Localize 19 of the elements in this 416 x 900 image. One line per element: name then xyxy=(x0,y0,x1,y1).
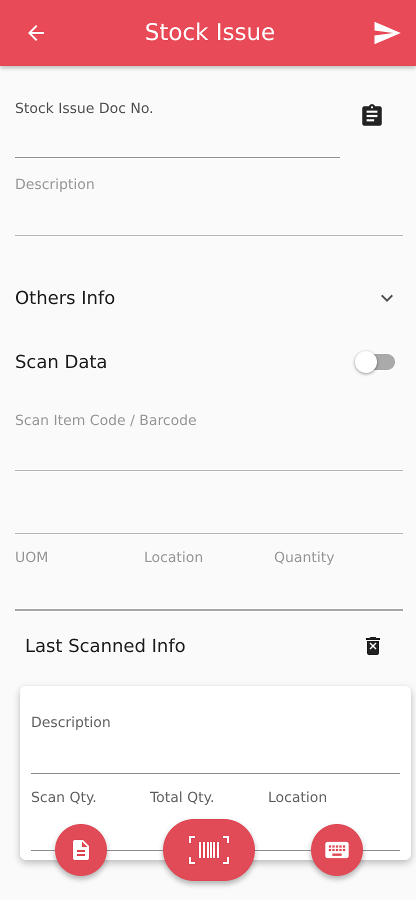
column-label: Scan Qty. xyxy=(31,790,98,808)
column-label: Location xyxy=(268,790,328,808)
barcode-scan-button[interactable] xyxy=(163,819,255,881)
field-label: Description xyxy=(31,715,111,731)
doc-number-field[interactable]: Stock Issue Doc No. xyxy=(15,66,340,158)
field-placeholder: Description xyxy=(15,177,95,193)
description-field[interactable]: Description xyxy=(31,686,400,774)
barcode-icon xyxy=(189,836,229,864)
screen-title: Stock Issue xyxy=(144,20,276,46)
field-label: Stock Issue Doc No. xyxy=(15,101,154,117)
column-label: Total Qty. xyxy=(150,790,216,808)
section-title: Others Info xyxy=(15,288,116,308)
field-placeholder: Scan Item Code / Barcode xyxy=(15,413,197,429)
others-info-header[interactable]: Others Info xyxy=(15,284,403,312)
column-label: UOM xyxy=(15,550,50,568)
section-title: Last Scanned Info xyxy=(25,636,186,656)
column-label: Location xyxy=(144,550,204,568)
section-title: Scan Data xyxy=(15,352,108,372)
column-label: Quantity xyxy=(274,550,336,568)
